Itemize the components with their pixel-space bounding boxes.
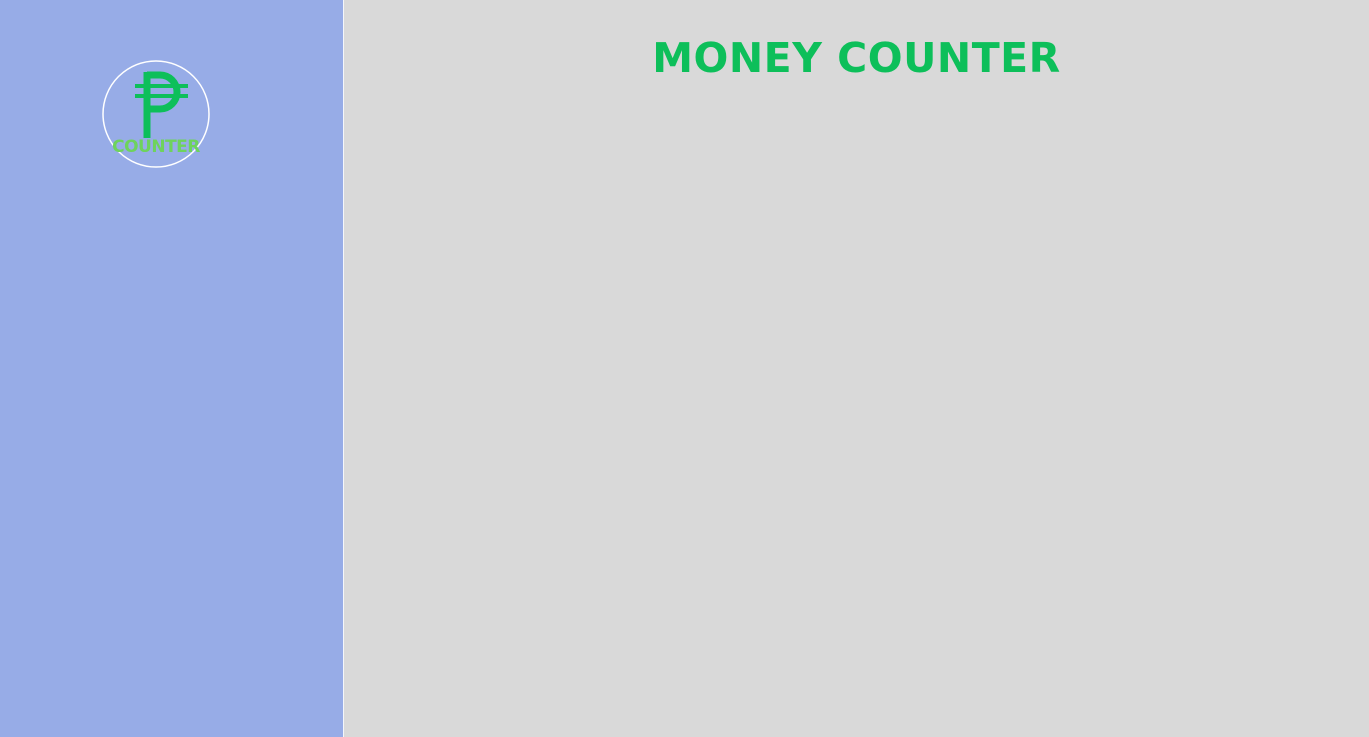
- page-title: MONEY COUNTER: [652, 34, 1061, 82]
- app-window: COUNTER MONEY COUNTER: [0, 0, 1369, 737]
- logo-text: COUNTER: [112, 137, 200, 157]
- sidebar: COUNTER: [0, 0, 343, 737]
- main-panel: MONEY COUNTER: [344, 0, 1369, 737]
- app-logo[interactable]: COUNTER: [102, 60, 210, 168]
